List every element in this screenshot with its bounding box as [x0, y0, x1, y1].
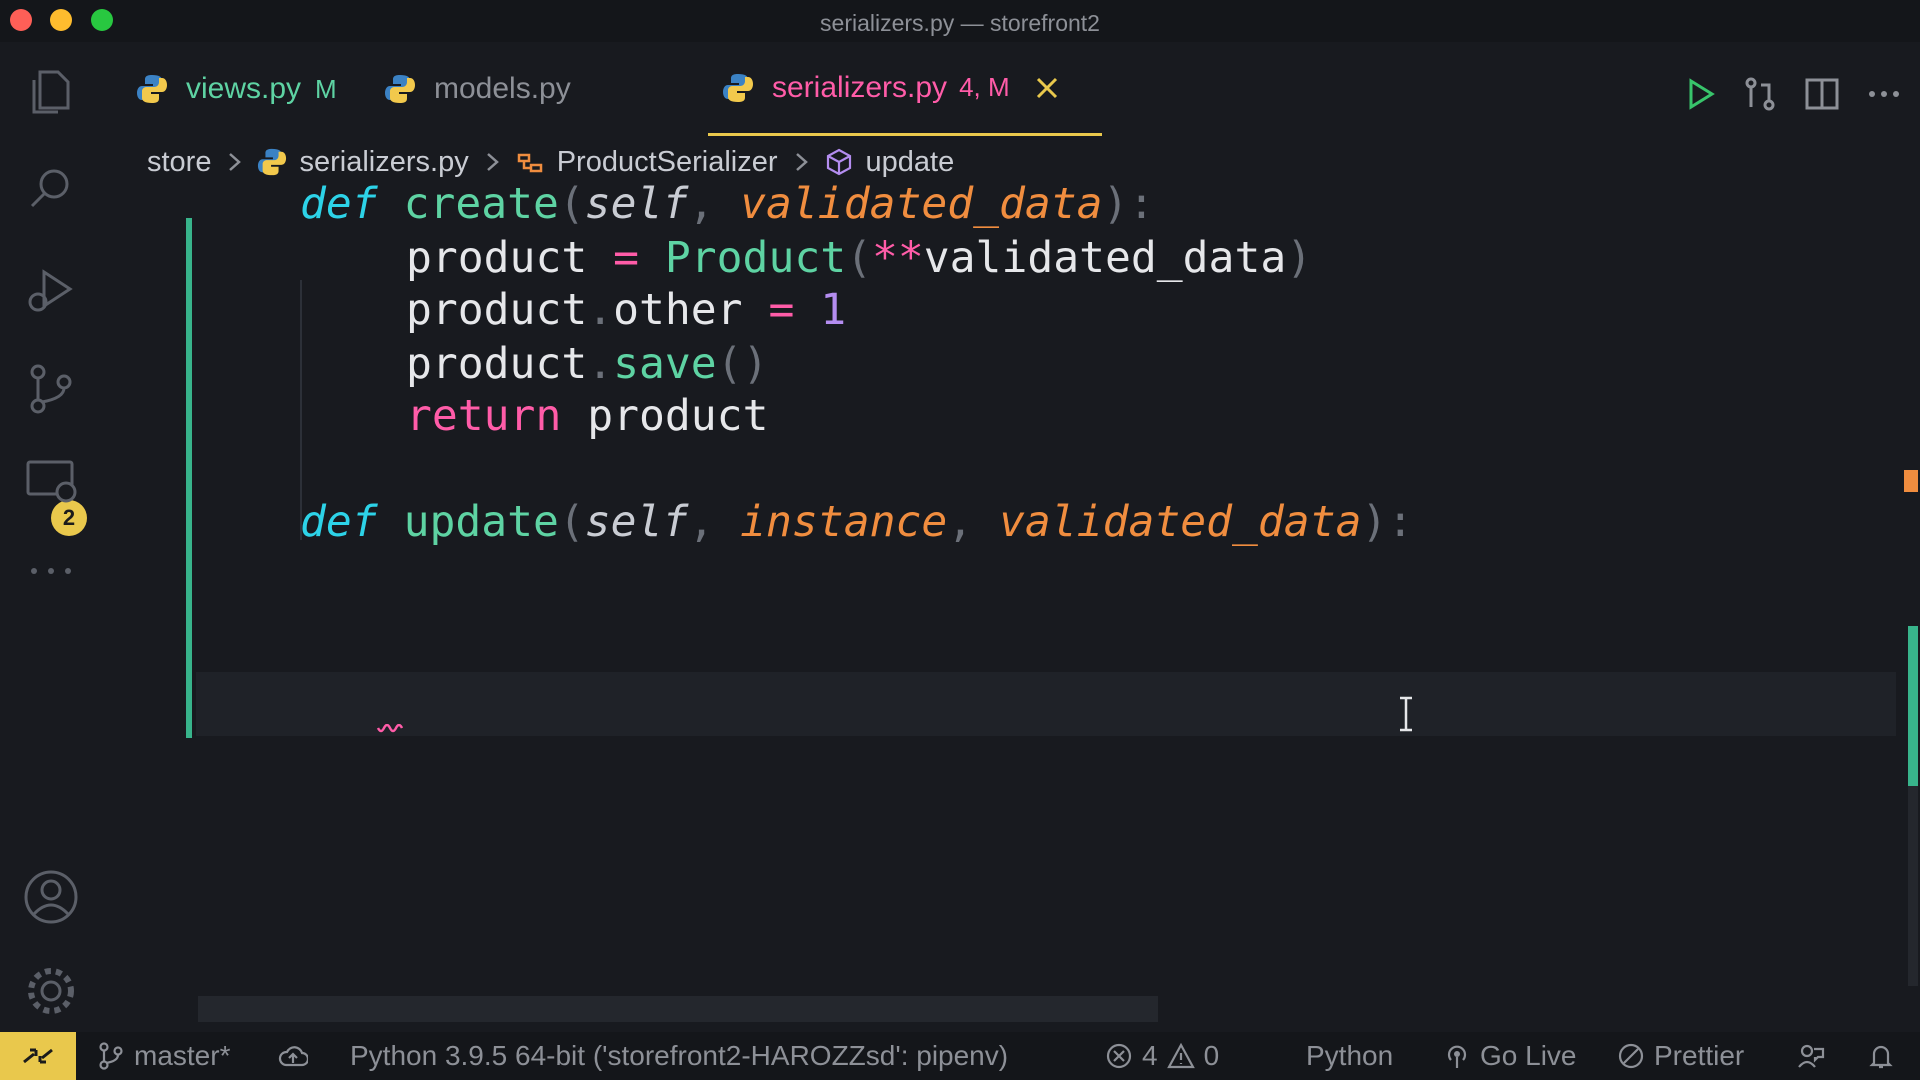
open-changes-icon[interactable]: [1742, 76, 1778, 112]
warning-count: 0: [1203, 1040, 1220, 1071]
error-icon: [1106, 1043, 1132, 1069]
chevron-right-icon: [229, 153, 242, 171]
feedback-icon: [1798, 1044, 1825, 1068]
branch-indicator[interactable]: master*: [96, 1040, 230, 1072]
tab-label: models.py: [434, 72, 571, 105]
breadcrumb-folder[interactable]: store: [147, 146, 211, 179]
more-actions-icon[interactable]: [1866, 76, 1902, 112]
tab-models-py[interactable]: models.py: [384, 42, 571, 136]
git-branch-icon: [99, 1042, 123, 1070]
warning-icon: [1166, 1042, 1195, 1069]
cloud-upload-icon: [278, 1046, 308, 1067]
error-squiggle: [376, 724, 404, 733]
language-mode[interactable]: Python: [1306, 1040, 1393, 1072]
python-file-icon: [137, 75, 167, 103]
tab-views-py[interactable]: views.py M: [136, 42, 337, 136]
tab-serializers-py[interactable]: serializers.py 4, M: [708, 42, 1102, 136]
tab-status: 4, M: [959, 72, 1010, 102]
editor-tabs: views.py M models.py serializers.py 4, M: [110, 42, 1920, 138]
chevron-right-icon: [486, 153, 499, 171]
settings-gear-icon[interactable]: [22, 962, 80, 1020]
current-line-highlight: [196, 672, 1896, 736]
split-editor-icon[interactable]: [1804, 76, 1840, 112]
remote-explorer-icon[interactable]: [22, 452, 80, 510]
feedback-button[interactable]: [1796, 1040, 1834, 1072]
chevron-right-icon: [795, 153, 808, 171]
python-interpreter[interactable]: Python 3.9.5 64-bit ('storefront2-HAROZZ…: [350, 1040, 1008, 1072]
run-file-icon[interactable]: [1682, 76, 1718, 112]
git-modified-gutter: [186, 218, 192, 738]
explorer-icon[interactable]: [22, 62, 80, 120]
more-icon[interactable]: [22, 542, 80, 600]
branch-name: master*: [134, 1040, 231, 1071]
sync-button[interactable]: [278, 1040, 316, 1072]
python-file-icon: [258, 148, 287, 176]
title-bar: serializers.py — storefront2: [0, 0, 1920, 43]
text-cursor-icon: [1400, 696, 1412, 732]
python-file-icon: [385, 75, 415, 103]
code-line: return product: [406, 391, 769, 441]
activity-bar: 2: [0, 42, 110, 1032]
notifications-button[interactable]: [1866, 1040, 1904, 1072]
tab-status: M: [315, 73, 337, 104]
minimap-warning-marker: [1904, 470, 1918, 492]
horizontal-scrollbar[interactable]: [198, 996, 1158, 1022]
accounts-icon[interactable]: [22, 868, 80, 926]
source-control-icon[interactable]: [22, 360, 80, 418]
broadcast-icon: [1447, 1045, 1467, 1068]
remote-indicator[interactable]: [0, 1032, 76, 1080]
tab-label: views.py: [186, 72, 302, 105]
vertical-scrollbar[interactable]: [1908, 786, 1918, 986]
status-bar: master* Python 3.9.5 64-bit ('storefront…: [0, 1032, 1920, 1080]
window-title: serializers.py — storefront2: [820, 10, 1100, 36]
problems-indicator[interactable]: 4 0: [1104, 1040, 1219, 1072]
python-file-icon: [723, 73, 753, 102]
code-editor[interactable]: def create(self, validated_data): produc…: [110, 179, 1920, 1032]
search-icon[interactable]: [22, 160, 80, 218]
bell-icon: [1869, 1045, 1893, 1069]
close-tab-icon[interactable]: [1034, 75, 1060, 101]
go-live-button[interactable]: Go Live: [1442, 1040, 1577, 1072]
tab-label: serializers.py: [772, 70, 948, 104]
prettier-disabled-icon: [1618, 1043, 1644, 1069]
remote-icon: [23, 1048, 53, 1064]
minimap-modified-marker: [1908, 626, 1918, 786]
prettier-button[interactable]: Prettier: [1616, 1040, 1744, 1072]
code-line: def update(self, instance, validated_dat…: [300, 497, 1414, 547]
run-debug-icon[interactable]: [22, 260, 80, 318]
error-count: 4: [1142, 1040, 1158, 1071]
